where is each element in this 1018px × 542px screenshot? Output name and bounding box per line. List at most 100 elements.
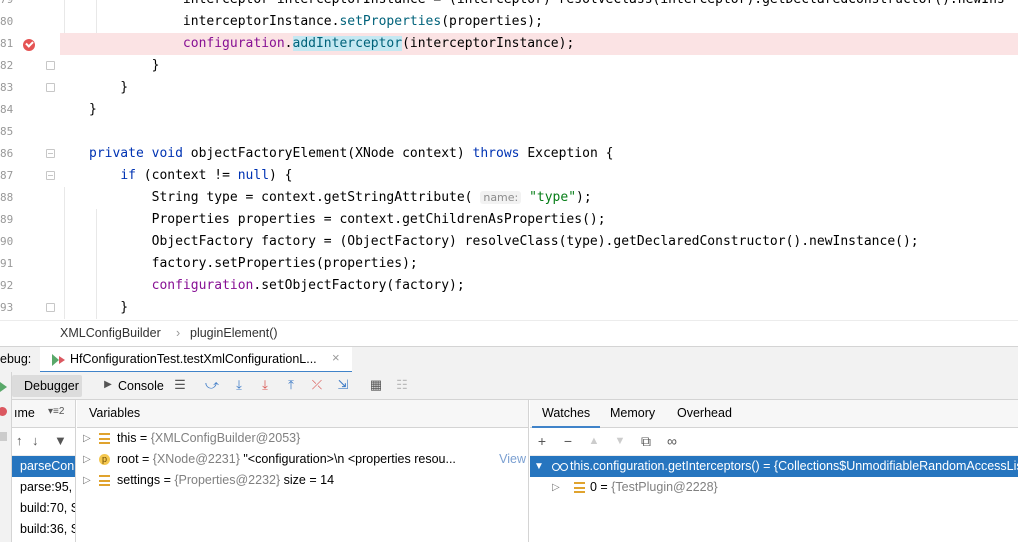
copy-icon[interactable]: ⧉ xyxy=(638,433,654,449)
watch-child-row[interactable]: ▷ 0 = {TestPlugin@2228} xyxy=(530,477,1018,498)
line-number: 80 xyxy=(0,15,14,28)
line-number: 84 xyxy=(0,103,14,116)
frame-row[interactable]: parseCon xyxy=(12,456,75,477)
code-line[interactable]: } xyxy=(60,77,1018,99)
variable-row[interactable]: ▷ this = {XMLConfigBuilder@2053} xyxy=(77,428,528,449)
watches-toolbar: + − ▲ ▼ ⧉ ∞ xyxy=(530,428,1018,456)
frame-row[interactable]: build:36, S xyxy=(12,519,75,540)
field-icon xyxy=(99,475,110,486)
chevron-right-icon[interactable]: ▷ xyxy=(83,470,91,491)
variable-eq: = xyxy=(136,431,151,445)
menu-icon[interactable]: ☰ xyxy=(172,377,188,393)
code-token: } xyxy=(89,102,97,117)
variable-value: {XNode@2231} xyxy=(152,452,240,466)
arrow-down-icon[interactable]: ↓ xyxy=(32,433,39,448)
fold-marker-icon[interactable] xyxy=(46,61,55,70)
field-icon xyxy=(574,482,585,493)
code-token: if xyxy=(120,168,144,183)
move-up-icon[interactable]: ▲ xyxy=(586,433,602,449)
breakpoint-line[interactable]: configuration.addInterceptor(interceptor… xyxy=(60,33,1018,55)
chevron-right-icon[interactable]: ▷ xyxy=(552,477,560,498)
code-line[interactable]: configuration.setObjectFactory(factory); xyxy=(60,275,1018,297)
evaluate-expression-icon[interactable]: ▦ xyxy=(368,377,384,393)
chevron-down-icon[interactable]: ▼ xyxy=(534,456,544,477)
move-down-icon[interactable]: ▼ xyxy=(612,433,628,449)
code-line[interactable]: ObjectFactory factory = (ObjectFactory) … xyxy=(60,231,1018,253)
variable-eq: = xyxy=(138,452,153,466)
fold-marker-icon[interactable] xyxy=(46,303,55,312)
code-token: interceptor interceptorInstance = (inter… xyxy=(89,0,1005,7)
variable-name: settings xyxy=(117,473,161,487)
breakpoint-icon[interactable] xyxy=(23,39,35,51)
line-number: 82 xyxy=(0,59,14,72)
tab-console[interactable]: Console xyxy=(118,376,164,396)
frame-row[interactable]: parse:95, xyxy=(12,477,75,498)
view-link[interactable]: View xyxy=(495,449,526,470)
code-line[interactable]: interceptorInstance.setProperties(proper… xyxy=(60,11,1018,33)
chevron-right-icon[interactable]: ▷ xyxy=(83,428,91,449)
stop-icon[interactable] xyxy=(0,407,7,416)
console-icon: ▶ xyxy=(104,379,112,390)
variable-row[interactable]: ▷ p root = {XNode@2231} "<configuration>\n… xyxy=(77,449,528,470)
tab-overhead[interactable]: Overhead xyxy=(677,406,732,420)
code-token: (properties); xyxy=(441,14,543,29)
pause-icon[interactable] xyxy=(0,432,7,441)
code-token: "type" xyxy=(529,190,577,205)
step-into-icon[interactable]: ⤓ xyxy=(231,377,247,393)
breadcrumb-method[interactable]: pluginElement() xyxy=(190,326,278,340)
code-token: String type = context.getStringAttribute… xyxy=(89,190,481,205)
code-token: } xyxy=(89,58,160,73)
code-line[interactable] xyxy=(60,121,1018,143)
tab-debugger[interactable]: Debugger xyxy=(12,375,82,397)
tab-watches[interactable]: Watches xyxy=(531,406,601,428)
code-token: (interceptorInstance); xyxy=(402,36,575,51)
code-line[interactable]: interceptor interceptorInstance = (inter… xyxy=(60,0,1018,11)
code-line[interactable]: factory.setProperties(properties); xyxy=(60,253,1018,275)
code-line[interactable]: } xyxy=(60,55,1018,77)
step-over-icon[interactable]: ⤻ xyxy=(204,377,220,393)
variables-title: Variables xyxy=(89,406,141,420)
frame-row[interactable]: build:70, S xyxy=(12,498,75,519)
trace-icon[interactable]: ☷ xyxy=(394,377,410,393)
code-token: } xyxy=(89,80,129,95)
code-line[interactable]: Properties properties = context.getChild… xyxy=(60,209,1018,231)
close-icon[interactable]: × xyxy=(332,350,340,365)
breadcrumb: XMLConfigBuilder › pluginElement() xyxy=(0,320,1018,346)
run-to-cursor-icon[interactable]: ⇲ xyxy=(335,377,351,393)
code-area[interactable]: interceptor interceptorInstance = (inter… xyxy=(60,0,1018,320)
arrow-up-icon[interactable]: ↑ xyxy=(16,433,23,448)
debug-session-tab[interactable]: HfConfigurationTest.testXmlConfiguration… xyxy=(40,347,352,373)
code-line[interactable]: if (context != null) { xyxy=(60,165,1018,187)
variables-header: Variables xyxy=(77,400,528,428)
fold-marker-icon[interactable] xyxy=(46,83,55,92)
force-step-into-icon[interactable]: ⤓ xyxy=(257,377,273,393)
add-icon[interactable]: + xyxy=(534,433,550,449)
code-line[interactable]: String type = context.getStringAttribute… xyxy=(60,187,1018,209)
filter-icon[interactable]: ▼ xyxy=(54,433,67,448)
watch-row[interactable]: ▼ this.configuration.getInterceptors() =… xyxy=(530,456,1018,477)
code-line[interactable]: } xyxy=(60,99,1018,121)
code-line[interactable]: private void objectFactoryElement(XNode … xyxy=(60,143,1018,165)
step-out-icon[interactable]: ⤒ xyxy=(283,377,299,393)
code-line[interactable]: } xyxy=(60,297,1018,319)
threads-dropdown-icon[interactable]: ▾≡2 xyxy=(48,406,64,417)
code-token: Exception { xyxy=(527,146,614,161)
fold-marker-icon[interactable] xyxy=(46,171,55,180)
glasses-icon[interactable]: ∞ xyxy=(664,433,680,449)
code-editor[interactable]: 79 80 81 82 83 84 85 86 87 88 89 90 91 92 93 intercept… xyxy=(0,0,1018,320)
chevron-right-icon[interactable]: ▷ xyxy=(83,449,91,470)
variable-row[interactable]: ▷ settings = {Properties@2232} size = 14 xyxy=(77,470,528,491)
line-number: 93 xyxy=(0,301,14,314)
code-token: configuration xyxy=(182,36,285,51)
breadcrumb-class[interactable]: XMLConfigBuilder xyxy=(60,326,161,340)
code-token: throws xyxy=(472,146,528,161)
debug-session-title: HfConfigurationTest.testXmlConfiguration… xyxy=(70,352,317,366)
drop-frame-icon[interactable]: ⤫ xyxy=(309,377,325,393)
resume-icon[interactable] xyxy=(0,382,7,392)
fold-marker-icon[interactable] xyxy=(46,149,55,158)
tab-memory[interactable]: Memory xyxy=(610,406,655,420)
remove-icon[interactable]: − xyxy=(560,433,576,449)
debug-toolbar: Debugger ▶ Console ☰ ⤻ ⤓ ⤓ ⤒ ⤫ ⇲ ▦ ☷ xyxy=(0,372,1018,400)
